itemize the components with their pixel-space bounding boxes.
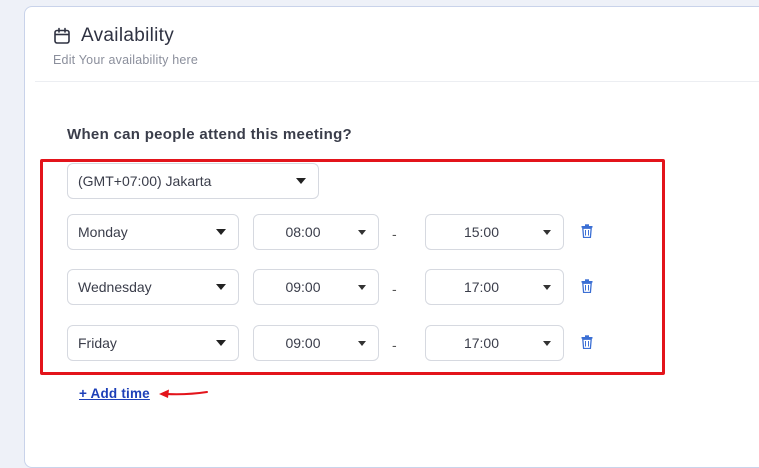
timezone-select[interactable]: (GMT+07:00) Jakarta — [67, 163, 319, 199]
caret-down-icon — [543, 229, 551, 235]
day-value: Friday — [78, 335, 117, 351]
add-time-link[interactable]: + Add time — [79, 386, 150, 401]
header-divider — [35, 81, 759, 82]
availability-question: When can people attend this meeting? — [67, 126, 352, 143]
start-time-select[interactable]: 08:00 — [253, 214, 379, 250]
trash-icon[interactable] — [581, 224, 593, 238]
caret-down-icon — [216, 340, 226, 346]
calendar-icon — [54, 27, 70, 44]
trash-icon[interactable] — [581, 279, 593, 293]
caret-down-icon — [543, 284, 551, 290]
time-separator: - — [392, 226, 397, 242]
day-value: Monday — [78, 224, 128, 240]
time-separator: - — [392, 281, 397, 297]
day-value: Wednesday — [78, 279, 152, 295]
caret-down-icon — [358, 229, 366, 235]
start-time-select[interactable]: 09:00 — [253, 269, 379, 305]
caret-down-icon — [543, 340, 551, 346]
card-header: Availability Edit Your availability here — [53, 25, 198, 67]
end-time-value: 17:00 — [463, 335, 500, 351]
caret-down-icon — [296, 178, 306, 184]
caret-down-icon — [216, 229, 226, 235]
arrow-left-annotation — [159, 389, 208, 398]
trash-icon[interactable] — [581, 335, 593, 349]
end-time-value: 15:00 — [463, 224, 500, 240]
end-time-select[interactable]: 17:00 — [425, 269, 564, 305]
availability-card: Availability Edit Your availability here… — [24, 6, 759, 468]
start-time-select[interactable]: 09:00 — [253, 325, 379, 361]
start-time-value: 08:00 — [285, 224, 321, 240]
title-row: Availability — [53, 25, 198, 47]
start-time-value: 09:00 — [285, 279, 321, 295]
end-time-select[interactable]: 17:00 — [425, 325, 564, 361]
day-select[interactable]: Wednesday — [67, 269, 239, 305]
day-select[interactable]: Friday — [67, 325, 239, 361]
day-select[interactable]: Monday — [67, 214, 239, 250]
caret-down-icon — [216, 284, 226, 290]
time-separator: - — [392, 337, 397, 353]
timezone-value: (GMT+07:00) Jakarta — [78, 173, 212, 189]
caret-down-icon — [358, 340, 366, 346]
page-title: Availability — [81, 25, 175, 46]
end-time-select[interactable]: 15:00 — [425, 214, 564, 250]
start-time-value: 09:00 — [285, 335, 321, 351]
caret-down-icon — [358, 284, 366, 290]
end-time-value: 17:00 — [463, 279, 500, 295]
page-subtitle: Edit Your availability here — [53, 53, 199, 67]
